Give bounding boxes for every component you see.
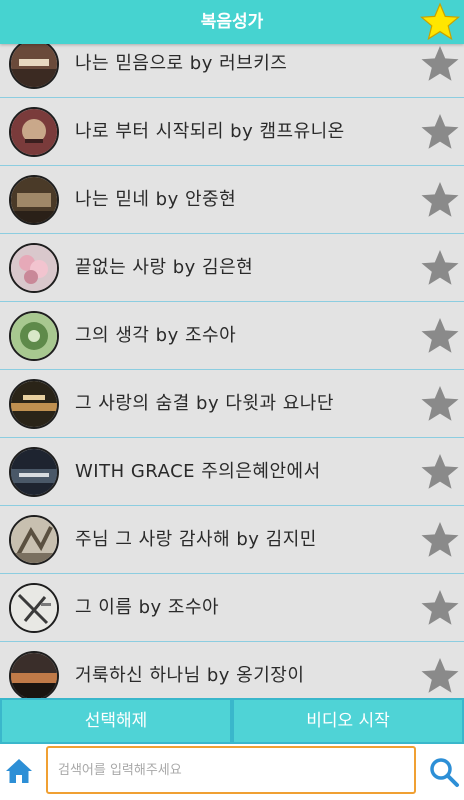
- song-title: 나는 믿네 by 안중현: [75, 189, 237, 210]
- action-bar: 선택해제 비디오 시작: [0, 698, 464, 744]
- favorite-star-icon[interactable]: [420, 112, 460, 152]
- favorite-star-icon[interactable]: [420, 384, 460, 424]
- song-title: 나는 믿음으로 by 러브키즈: [75, 53, 288, 74]
- favorite-star-icon[interactable]: [420, 588, 460, 628]
- list-item[interactable]: 그 사랑의 숨결 by 다윗과 요나단: [0, 370, 464, 438]
- search-bar: [0, 744, 464, 800]
- song-thumbnail: [9, 175, 59, 225]
- home-icon[interactable]: [4, 756, 34, 786]
- song-thumbnail: [9, 311, 59, 361]
- song-thumbnail: [9, 583, 59, 633]
- song-thumbnail: [9, 447, 59, 497]
- song-list[interactable]: 나는 믿음으로 by 러브키즈 나로 부터 시작되리 by 캠프유니온 나는 믿…: [0, 44, 464, 698]
- app-header: 복음성가: [0, 0, 464, 44]
- list-item[interactable]: 끝없는 사랑 by 김은현: [0, 234, 464, 302]
- song-thumbnail: [9, 515, 59, 565]
- favorite-star-icon[interactable]: [420, 248, 460, 288]
- search-icon[interactable]: [428, 756, 460, 788]
- song-title: WITH GRACE 주의은혜안에서: [75, 461, 321, 482]
- song-thumbnail: [9, 651, 59, 698]
- song-title: 거룩하신 하나님 by 옹기장이: [75, 665, 305, 686]
- song-title: 끝없는 사랑 by 김은현: [75, 257, 254, 278]
- favorite-star-icon[interactable]: [420, 452, 460, 492]
- song-title: 그 이름 by 조수아: [75, 597, 220, 618]
- list-item[interactable]: 나는 믿음으로 by 러브키즈: [0, 44, 464, 98]
- favorite-star-icon[interactable]: [420, 316, 460, 356]
- list-item[interactable]: 나로 부터 시작되리 by 캠프유니온: [0, 98, 464, 166]
- song-title: 나로 부터 시작되리 by 캠프유니온: [75, 121, 345, 142]
- list-item[interactable]: 거룩하신 하나님 by 옹기장이: [0, 642, 464, 698]
- song-title: 그 사랑의 숨결 by 다윗과 요나단: [75, 393, 334, 414]
- favorite-star-icon[interactable]: [420, 520, 460, 560]
- song-title: 그의 생각 by 조수아: [75, 325, 237, 346]
- song-thumbnail: [9, 379, 59, 429]
- deselect-button[interactable]: 선택해제: [2, 700, 230, 742]
- song-title: 주님 그 사랑 감사해 by 김지민: [75, 529, 317, 550]
- page-title: 복음성가: [200, 12, 264, 32]
- favorite-star-icon[interactable]: [420, 44, 460, 84]
- song-thumbnail: [9, 107, 59, 157]
- song-thumbnail: [9, 44, 59, 89]
- favorite-star-icon[interactable]: [420, 656, 460, 696]
- list-item[interactable]: 주님 그 사랑 감사해 by 김지민: [0, 506, 464, 574]
- song-thumbnail: [9, 243, 59, 293]
- list-item[interactable]: 그의 생각 by 조수아: [0, 302, 464, 370]
- favorite-star-icon[interactable]: [420, 180, 460, 220]
- list-item[interactable]: 나는 믿네 by 안중현: [0, 166, 464, 234]
- start-video-button[interactable]: 비디오 시작: [234, 700, 462, 742]
- list-item[interactable]: 그 이름 by 조수아: [0, 574, 464, 642]
- favorites-star-icon[interactable]: [420, 2, 460, 42]
- search-input[interactable]: [46, 746, 416, 794]
- list-item[interactable]: WITH GRACE 주의은혜안에서: [0, 438, 464, 506]
